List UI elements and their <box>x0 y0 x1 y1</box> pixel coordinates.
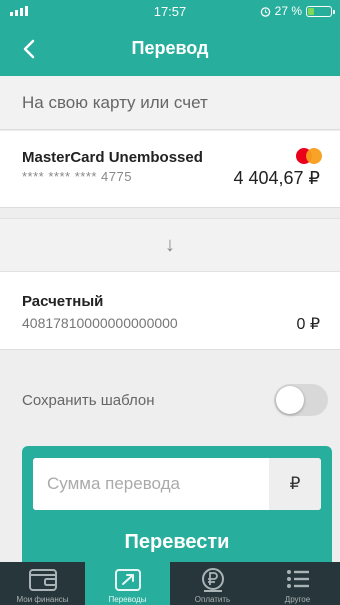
alarm-icon <box>260 6 270 17</box>
transfer-type-header: На свою карту или счет <box>0 76 340 130</box>
tab-pay[interactable]: Оплатить <box>170 562 255 605</box>
tab-my-finances[interactable]: Мои финансы <box>0 562 85 605</box>
tab-transfers[interactable]: Переводы <box>85 562 170 605</box>
battery-icon <box>306 5 335 17</box>
target-account-number: 40817810000000000000 <box>22 315 178 331</box>
currency-symbol: ₽ <box>269 458 321 510</box>
amount-input[interactable] <box>33 458 269 510</box>
wallet-icon <box>28 569 57 591</box>
mastercard-logo-icon <box>296 148 322 164</box>
tab-other[interactable]: Другое <box>255 562 340 605</box>
tab-label: Переводы <box>108 595 147 604</box>
save-template-toggle[interactable] <box>274 384 328 416</box>
save-template-label: Сохранить шаблон <box>22 391 155 409</box>
source-card-balance: 4 404,67 ₽ <box>233 168 320 188</box>
save-template-row: Сохранить шаблон <box>0 368 340 432</box>
tab-bar: Мои финансы Переводы Оплатить Другое <box>0 562 340 605</box>
source-card[interactable]: MasterCard Unembossed **** **** **** 477… <box>0 131 340 208</box>
status-bar: 17:57 27 % <box>0 0 340 22</box>
source-card-name: MasterCard Unembossed <box>22 149 203 166</box>
battery-percent: 27 % <box>274 4 302 18</box>
status-right: 27 % <box>260 4 335 18</box>
source-card-number: **** **** **** 4775 <box>22 169 132 184</box>
amount-box: ₽ <box>33 458 321 510</box>
target-account-name: Расчетный <box>22 293 104 310</box>
direction-arrow-icon: ↓ <box>0 218 340 272</box>
ruble-coin-icon <box>201 568 224 592</box>
target-account[interactable]: Расчетный 40817810000000000000 0 ₽ <box>0 272 340 350</box>
toggle-knob <box>276 386 304 414</box>
menu-list-icon <box>286 570 309 588</box>
battery-fill <box>308 7 314 15</box>
tab-label: Оплатить <box>194 595 231 604</box>
tab-label: Другое <box>284 595 311 604</box>
transfer-icon <box>114 569 141 591</box>
nav-bar: Перевод <box>0 22 340 76</box>
tab-label: Мои финансы <box>16 595 69 604</box>
transfer-panel: ₽ Перевести <box>22 446 332 576</box>
transfer-submit-button[interactable]: Перевести <box>22 524 332 560</box>
target-account-balance: 0 ₽ <box>296 316 320 333</box>
page-title: Перевод <box>131 38 209 58</box>
